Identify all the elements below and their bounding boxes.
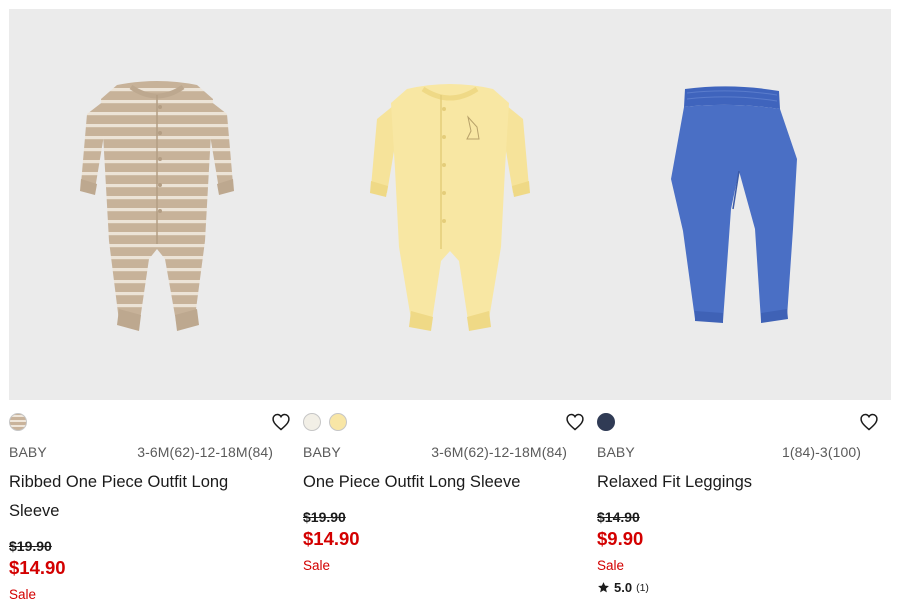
product-rating: 5.0 (1) [597,580,649,595]
color-swatches [303,413,347,431]
yellow-romper-icon [370,84,530,331]
product-card[interactable]: BABY 3-6M(62)-12-18M(84) Ribbed One Piec… [9,9,303,602]
product-card[interactable]: BABY 3-6M(62)-12-18M(84) One Piece Outfi… [303,9,597,602]
product-category: BABY [303,444,341,460]
sale-badge: Sale [303,558,331,573]
product-name[interactable]: Ribbed One Piece Outfit Long Sleeve [9,468,271,526]
color-swatches [9,413,27,431]
product-meta: BABY 1(84)-3(100) [597,444,861,462]
product-image-ribbed-one-piece[interactable] [9,9,303,400]
product-name[interactable]: Relaxed Fit Leggings [597,468,859,497]
product-category: BABY [597,444,635,460]
product-name[interactable]: One Piece Outfit Long Sleeve [303,468,565,497]
sale-price: $9.90 [597,528,644,549]
product-sizes: 3-6M(62)-12-18M(84) [431,444,567,460]
color-swatch-off-white[interactable] [303,413,321,431]
product-meta: BABY 3-6M(62)-12-18M(84) [9,444,273,462]
heart-icon [860,413,878,431]
original-price: $14.90 [597,509,640,525]
original-price: $19.90 [9,538,52,554]
product-meta: BABY 3-6M(62)-12-18M(84) [303,444,567,462]
sale-badge: Sale [597,558,625,573]
favorite-button[interactable] [859,412,879,432]
striped-beige-romper-icon [80,81,234,331]
color-swatches [597,413,615,431]
heart-icon [566,413,584,431]
product-card[interactable]: BABY 1(84)-3(100) Relaxed Fit Leggings $… [597,9,891,602]
original-price: $19.90 [303,509,346,525]
sale-badge: Sale [9,587,37,602]
rating-value: 5.0 [614,580,633,595]
product-category: BABY [9,444,47,460]
product-image-one-piece[interactable] [303,9,597,400]
star-icon [598,582,609,593]
sale-price: $14.90 [303,528,360,549]
product-grid: BABY 3-6M(62)-12-18M(84) Ribbed One Piec… [9,9,891,602]
sale-price: $14.90 [9,557,66,578]
color-swatch-beige[interactable] [9,413,27,431]
product-sizes: 3-6M(62)-12-18M(84) [137,444,273,460]
product-image-relaxed-leggings[interactable] [597,9,891,400]
blue-leggings-icon [671,86,797,323]
product-sizes: 1(84)-3(100) [781,444,861,460]
color-swatch-navy[interactable] [597,413,615,431]
color-swatch-yellow[interactable] [329,413,347,431]
favorite-button[interactable] [271,412,291,432]
heart-icon [272,413,290,431]
rating-count: (1) [636,581,649,594]
favorite-button[interactable] [565,412,585,432]
